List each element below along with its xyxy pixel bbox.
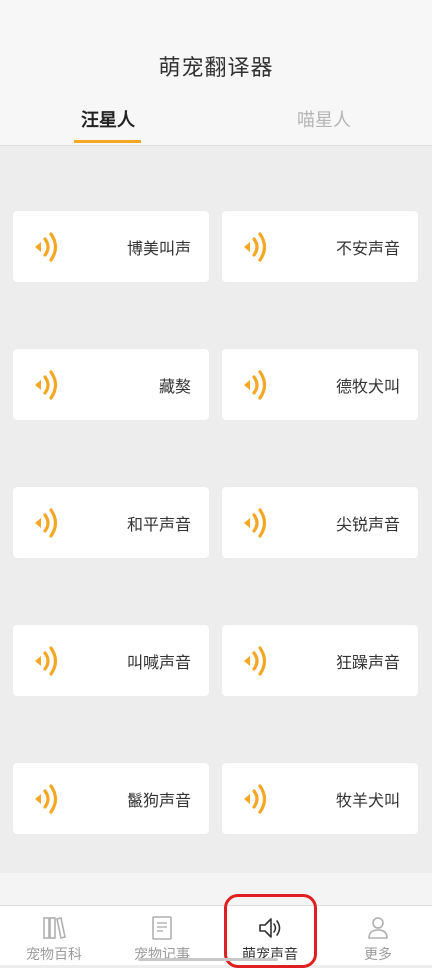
sound-label: 博美叫声: [126, 239, 191, 258]
sound-wave-icon: [244, 784, 267, 814]
sound-card[interactable]: 不安声音: [222, 211, 418, 282]
sound-card[interactable]: 德牧犬叫: [222, 349, 418, 420]
tab-miaoxingren[interactable]: 喵星人: [264, 106, 384, 132]
tabbar-item-pet-notes[interactable]: 宠物记事: [108, 906, 216, 965]
sound-label: 尖锐声音: [335, 515, 400, 534]
sound-label: 不安声音: [335, 239, 400, 258]
tabbar-label: 更多: [364, 947, 392, 963]
active-tab-indicator: [74, 140, 141, 143]
sound-card[interactable]: 尖锐声音: [222, 487, 418, 558]
sound-wave-icon: [244, 508, 267, 538]
header: 萌宠翻译器 汪星人 喵星人: [0, 0, 432, 146]
sound-wave-icon: [244, 370, 267, 400]
sound-label: 藏獒: [158, 377, 191, 396]
active-tab-highlight: [224, 894, 317, 968]
sound-wave-icon: [35, 370, 58, 400]
sound-wave-icon: [244, 232, 267, 262]
tabbar-label: 宠物记事: [134, 947, 190, 963]
page-title: 萌宠翻译器: [158, 56, 274, 81]
sound-wave-icon: [35, 232, 58, 262]
sound-label: 叫喊声音: [126, 653, 191, 672]
sound-card[interactable]: 叫喊声音: [13, 625, 209, 696]
notepad-icon: [152, 916, 172, 940]
sound-label: 德牧犬叫: [335, 377, 400, 396]
sound-wave-icon: [35, 784, 58, 814]
sound-label: 狂躁声音: [335, 653, 400, 672]
sound-card[interactable]: 藏獒: [13, 349, 209, 420]
content-footer-strip: [0, 873, 432, 905]
sound-label: 牧羊犬叫: [335, 791, 400, 810]
sound-grid: 博美叫声 不安声音 藏獒 德牧犬叫 和平声音 尖锐声音 叫喊声音 狂躁声音 鬣狗…: [13, 211, 419, 834]
sound-wave-icon: [35, 508, 58, 538]
sound-card[interactable]: 牧羊犬叫: [222, 763, 418, 834]
tab-wangxingren[interactable]: 汪星人: [48, 106, 168, 132]
bottom-tab-bar: 宠物百科 宠物记事 萌宠声音 更多: [0, 905, 432, 965]
sound-card[interactable]: 和平声音: [13, 487, 209, 558]
sound-wave-icon: [35, 646, 58, 676]
tabbar-item-pet-encyclopedia[interactable]: 宠物百科: [0, 906, 108, 965]
books-icon: [43, 917, 66, 939]
person-icon: [368, 917, 388, 939]
sound-wave-icon: [244, 646, 267, 676]
sound-label: 鬣狗声音: [126, 791, 191, 810]
sound-card[interactable]: 博美叫声: [13, 211, 209, 282]
home-indicator: [138, 958, 278, 961]
sound-card[interactable]: 狂躁声音: [222, 625, 418, 696]
sound-label: 和平声音: [126, 515, 191, 534]
tabbar-item-more[interactable]: 更多: [324, 906, 432, 965]
tabbar-label: 宠物百科: [26, 947, 82, 963]
sound-card[interactable]: 鬣狗声音: [13, 763, 209, 834]
